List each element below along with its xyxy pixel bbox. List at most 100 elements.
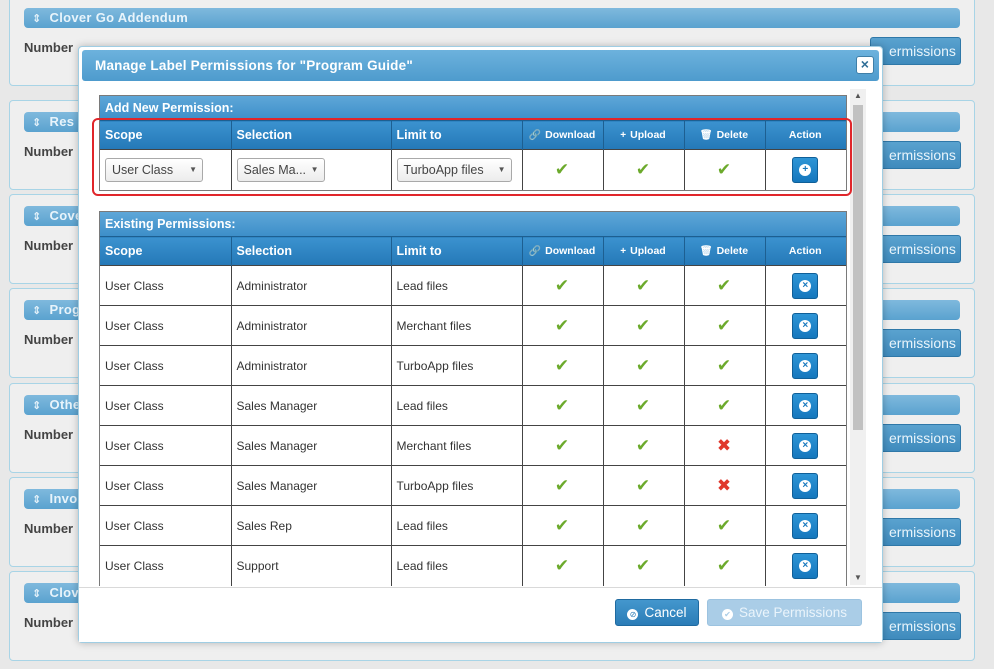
delete-check-icon[interactable]: ✔ bbox=[717, 516, 731, 535]
permissions-button[interactable]: ermissions bbox=[870, 424, 961, 452]
upload-check-icon[interactable]: ✔ bbox=[636, 316, 650, 335]
selection-cell: Support bbox=[231, 545, 392, 586]
modal-footer: ⊘ Cancel ✔ Save Permissions bbox=[79, 587, 882, 642]
check-circle-icon: ✔ bbox=[721, 609, 733, 620]
remove-permission-button[interactable]: × bbox=[792, 272, 819, 299]
number-label: Number bbox=[24, 40, 74, 55]
link-icon: 🔗 bbox=[528, 130, 542, 141]
scroll-thumb[interactable] bbox=[853, 105, 863, 430]
delete-check-icon[interactable]: ✔ bbox=[717, 276, 731, 295]
permissions-button[interactable]: ermissions bbox=[870, 235, 961, 263]
permissions-button[interactable]: ermissions bbox=[870, 612, 961, 640]
delete-check-icon[interactable]: ✔ bbox=[717, 316, 731, 335]
remove-permission-button[interactable]: × bbox=[792, 472, 819, 499]
add-permission-button[interactable]: + bbox=[792, 156, 819, 183]
download-check-icon[interactable]: ✔ bbox=[555, 436, 569, 455]
link-icon: 🔗 bbox=[528, 246, 542, 257]
column-header-action: Action bbox=[765, 120, 846, 150]
download-check-icon[interactable]: ✔ bbox=[555, 556, 569, 575]
modal-body: Add New Permission: Scope Selection Limit … bbox=[82, 88, 868, 586]
number-label: Number bbox=[24, 521, 74, 536]
selection-cell: Sales Rep bbox=[231, 505, 392, 546]
modal-title: Manage Label Permissions for "Program Gu… bbox=[95, 58, 413, 73]
scroll-up-arrow-icon[interactable]: ▲ bbox=[850, 89, 866, 103]
download-check-icon[interactable]: ✔ bbox=[555, 276, 569, 295]
scope-cell: User Class bbox=[100, 345, 232, 386]
column-header-download: 🔗 Download bbox=[522, 236, 604, 266]
delete-check-icon[interactable]: ✔ bbox=[717, 556, 731, 575]
column-header-scope: Scope bbox=[100, 120, 232, 150]
remove-icon: × bbox=[799, 559, 812, 572]
download-check-icon[interactable]: ✔ bbox=[555, 516, 569, 535]
remove-permission-button[interactable]: × bbox=[792, 352, 819, 379]
sort-arrows-icon: ⇕ bbox=[32, 400, 42, 412]
remove-icon: × bbox=[799, 279, 812, 292]
table-row: User Class Administrator Merchant files ✔ ✔ ✔… bbox=[100, 305, 846, 346]
upload-check-icon[interactable]: ✔ bbox=[636, 516, 650, 535]
limit-cell: TurboApp files bbox=[391, 345, 523, 386]
close-icon[interactable]: × bbox=[856, 56, 874, 74]
remove-permission-button[interactable]: × bbox=[792, 512, 819, 539]
save-permissions-button[interactable]: ✔ Save Permissions bbox=[707, 599, 862, 626]
selection-cell: Sales Manager bbox=[231, 385, 392, 426]
chevron-down-icon: ▼ bbox=[497, 164, 506, 174]
upload-check-icon[interactable]: ✔ bbox=[636, 160, 650, 179]
delete-check-icon[interactable]: ✔ bbox=[717, 356, 731, 375]
selection-select[interactable]: Sales Ma... ▼ bbox=[236, 157, 325, 182]
upload-check-icon[interactable]: ✔ bbox=[636, 476, 650, 495]
table-row: User Class Sales Manager Merchant files ✔ ✔ ✖… bbox=[100, 425, 846, 466]
scope-cell: User Class bbox=[100, 465, 232, 506]
plus-icon: + bbox=[799, 163, 812, 176]
column-header-upload: + Upload bbox=[603, 120, 685, 150]
download-check-icon[interactable]: ✔ bbox=[555, 160, 569, 179]
limit-cell: Lead files bbox=[391, 265, 523, 306]
modal-title-bar: Manage Label Permissions for "Program Gu… bbox=[82, 50, 879, 81]
permissions-button[interactable]: ermissions bbox=[870, 329, 961, 357]
existing-header-row: Scope Selection Limit to 🔗 Download + Upload 🗑 D… bbox=[100, 236, 846, 266]
limit-to-select[interactable]: TurboApp files ▼ bbox=[396, 157, 512, 182]
permissions-button[interactable]: ermissions bbox=[870, 518, 961, 546]
permissions-button[interactable]: ermissions bbox=[870, 141, 961, 169]
remove-permission-button[interactable]: × bbox=[792, 312, 819, 339]
number-label: Number bbox=[24, 427, 74, 442]
download-check-icon[interactable]: ✔ bbox=[555, 476, 569, 495]
remove-permission-button[interactable]: × bbox=[792, 432, 819, 459]
panel-header[interactable]: ⇕ Clover Go Addendum bbox=[24, 8, 960, 28]
table-row: User Class Sales Manager TurboApp files ✔ ✔ ✖… bbox=[100, 465, 846, 506]
add-permission-title: Add New Permission: bbox=[100, 96, 846, 120]
column-header-delete: 🗑 Delete bbox=[684, 236, 766, 266]
column-header-selection: Selection bbox=[231, 120, 392, 150]
download-check-icon[interactable]: ✔ bbox=[555, 396, 569, 415]
download-check-icon[interactable]: ✔ bbox=[555, 316, 569, 335]
remove-icon: × bbox=[799, 359, 812, 372]
column-header-limit: Limit to bbox=[391, 120, 523, 150]
upload-check-icon[interactable]: ✔ bbox=[636, 436, 650, 455]
remove-permission-button[interactable]: × bbox=[792, 392, 819, 419]
remove-permission-button[interactable]: × bbox=[792, 552, 819, 579]
delete-cross-icon[interactable]: ✖ bbox=[717, 476, 731, 495]
scroll-down-arrow-icon[interactable]: ▼ bbox=[850, 571, 866, 585]
table-row: User Class Administrator TurboApp files ✔ ✔ ✔… bbox=[100, 345, 846, 386]
cancel-button[interactable]: ⊘ Cancel bbox=[615, 599, 699, 626]
column-header-scope: Scope bbox=[100, 236, 232, 266]
delete-check-icon[interactable]: ✔ bbox=[717, 396, 731, 415]
delete-cross-icon[interactable]: ✖ bbox=[717, 436, 731, 455]
modal-scrollbar[interactable]: ▲ ▼ bbox=[850, 89, 866, 585]
sort-arrows-icon: ⇕ bbox=[32, 588, 42, 600]
existing-permissions-table: Scope Selection Limit to 🔗 Download + Upload 🗑 D… bbox=[100, 236, 846, 586]
upload-check-icon[interactable]: ✔ bbox=[636, 556, 650, 575]
column-header-action: Action bbox=[765, 236, 846, 266]
scope-select[interactable]: User Class ▼ bbox=[105, 157, 203, 182]
panel-title: Clover Go Addendum bbox=[49, 10, 189, 25]
delete-check-icon[interactable]: ✔ bbox=[717, 160, 731, 179]
permissions-button[interactable]: ermissions bbox=[870, 37, 961, 65]
ban-icon: ⊘ bbox=[627, 609, 639, 620]
panel-title: Othe bbox=[49, 397, 81, 412]
upload-check-icon[interactable]: ✔ bbox=[636, 396, 650, 415]
selection-cell: Administrator bbox=[231, 345, 392, 386]
column-header-upload: + Upload bbox=[603, 236, 685, 266]
panel-title: Invo bbox=[49, 491, 78, 506]
upload-check-icon[interactable]: ✔ bbox=[636, 356, 650, 375]
download-check-icon[interactable]: ✔ bbox=[555, 356, 569, 375]
upload-check-icon[interactable]: ✔ bbox=[636, 276, 650, 295]
